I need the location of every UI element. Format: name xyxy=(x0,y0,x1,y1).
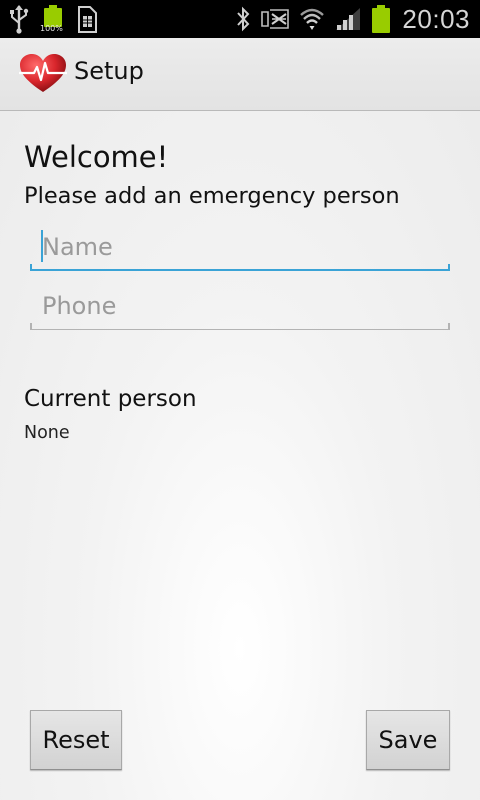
status-bar-right: 20:03 xyxy=(235,0,470,38)
signal-off-icon xyxy=(260,6,290,32)
battery-icon xyxy=(371,4,391,34)
phone-field-underline xyxy=(30,328,450,330)
save-button[interactable]: Save xyxy=(366,710,450,770)
cell-signal-icon xyxy=(334,6,362,32)
phone-field[interactable] xyxy=(30,284,450,330)
name-input[interactable] xyxy=(30,225,450,269)
usb-icon xyxy=(8,4,30,34)
wifi-icon xyxy=(299,6,325,32)
setup-content: Welcome! Please add an emergency person … xyxy=(0,111,480,800)
welcome-heading: Welcome! xyxy=(24,140,169,174)
action-bar: Setup xyxy=(0,38,480,111)
battery-level-text: 100% xyxy=(40,24,63,33)
name-field-tick-left xyxy=(30,264,32,271)
reset-button[interactable]: Reset xyxy=(30,710,122,770)
current-person-label: Current person xyxy=(24,386,197,412)
status-bar-left: 100% xyxy=(8,0,98,38)
text-cursor xyxy=(41,230,43,262)
status-bar: 100% 20:03 xyxy=(0,0,480,38)
sim-card-icon xyxy=(76,4,98,34)
name-field[interactable] xyxy=(30,225,450,271)
instruction-text: Please add an emergency person xyxy=(24,183,400,209)
name-field-tick-right xyxy=(448,264,450,271)
bluetooth-icon xyxy=(235,5,251,33)
phone-field-tick-left xyxy=(30,323,32,330)
phone-input[interactable] xyxy=(30,284,450,328)
heart-pulse-icon[interactable] xyxy=(18,54,68,94)
phone-field-tick-right xyxy=(448,323,450,330)
battery-full-icon: 100% xyxy=(40,4,64,34)
current-person-value: None xyxy=(24,423,70,443)
status-clock: 20:03 xyxy=(402,3,470,34)
name-field-underline xyxy=(30,269,450,271)
app-title: Setup xyxy=(74,57,144,85)
